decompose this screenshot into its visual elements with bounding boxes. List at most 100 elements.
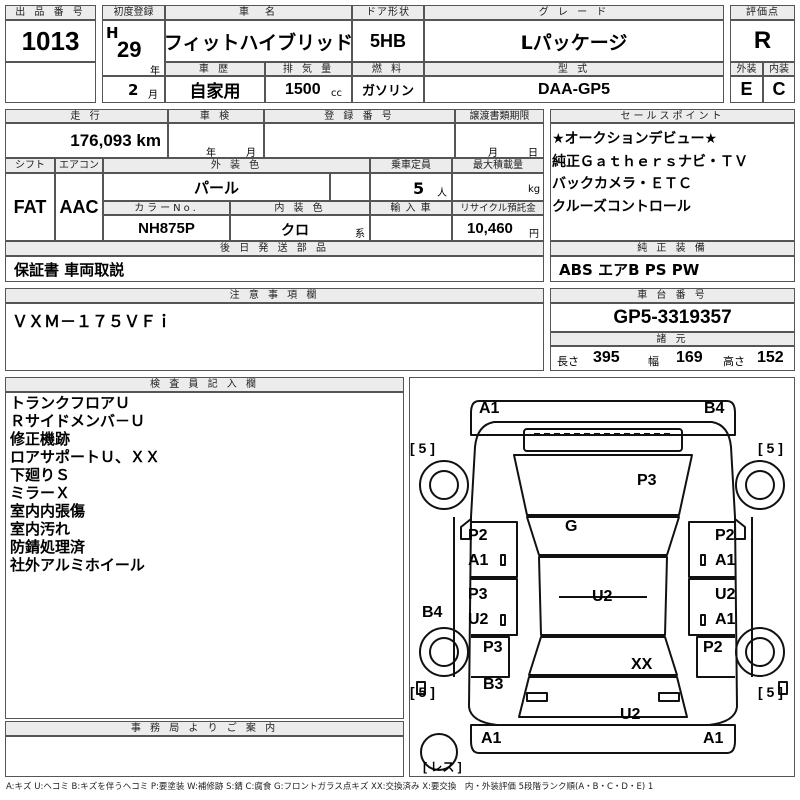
int-color: クロ	[281, 223, 309, 239]
legend-text: A:キズ U:ヘコミ B:キズを伴うヘコミ P:要塗装 W:補修跡 S:錆 C:…	[6, 782, 654, 792]
damage-label-b4-left-sill: B4	[422, 604, 443, 621]
car-name-label: 車 名	[165, 5, 352, 20]
reg-year: 29	[117, 37, 142, 62]
ext-color: パール	[103, 173, 330, 201]
sales-point-line: バックカメラ・ＥＴＣ	[552, 176, 692, 192]
shift: FAT	[5, 173, 55, 241]
transfer-month-unit: 月	[488, 148, 498, 158]
first-reg-label: 初度登録	[102, 5, 165, 20]
damage-label-p2-right-quarter: P2	[703, 639, 723, 656]
width: 169	[676, 349, 703, 366]
reg-no-label: 登 録 番 号	[264, 109, 455, 123]
tire-label-front-right: [ 5 ]	[758, 440, 783, 456]
score-label: 評価点	[730, 5, 795, 20]
inspector-note: ロアサポートＵ、ＸＸ	[10, 448, 161, 466]
damage-label-g-windshield: G	[565, 518, 578, 535]
recycle-cell: 10,460 円	[452, 215, 544, 241]
door-type: 5HB	[352, 20, 424, 62]
damage-label-p3-hood: P3	[637, 472, 657, 489]
mileage: 176,093 km	[5, 123, 168, 158]
month-unit: 月	[148, 90, 158, 101]
capacity-unit: 人	[437, 188, 447, 199]
damage-label-a1-rear-right: A1	[703, 730, 724, 747]
exterior-score: E	[730, 76, 763, 103]
height-label: 高さ	[723, 355, 745, 368]
transfer-day-unit: 日	[528, 148, 538, 158]
dims-cell: 長さ 395 幅 169 高さ 152	[550, 346, 795, 371]
damage-label-a1-rear-left: A1	[481, 730, 502, 747]
inspector-note: 下廻りＳ	[10, 466, 71, 484]
interior-score: C	[763, 76, 795, 103]
spare-tire-label: [ レス ]	[423, 760, 462, 774]
genuine-equipment: ABS エアB PS PW	[550, 256, 795, 282]
inspector-note: Ｒサイドメンバ－Ｕ	[10, 412, 146, 430]
dims-label: 諸 元	[550, 332, 795, 346]
exterior-label: 外装	[730, 62, 763, 76]
kg-unit: kg	[528, 184, 541, 195]
damage-label-b3-left-rear: B3	[483, 676, 504, 693]
aircon-label: エアコン	[55, 158, 103, 173]
tire-label-rear-left: [ 5 ]	[410, 684, 435, 700]
caution-text: ＶＸＭ－１７５ＶＦｉ	[12, 312, 173, 331]
capacity-cell: 5 人	[370, 173, 452, 201]
width-label: 幅	[648, 355, 659, 368]
shift-label: シフト	[5, 158, 55, 173]
damage-label-a1-right-rear-door: A1	[715, 611, 736, 628]
history: 自家用	[165, 76, 265, 103]
damage-label-p3-left-rear-door: P3	[468, 586, 488, 603]
color-no-label: カラーNo.	[103, 201, 230, 215]
car-name: フィットハイブリッド	[165, 20, 352, 62]
displacement-label: 排 気 量	[265, 62, 352, 76]
recycle-label: リサイクル預託金	[452, 201, 544, 215]
reg-month: 2	[128, 81, 139, 99]
int-color-label: 内 装 色	[230, 201, 370, 215]
length-label: 長さ	[557, 355, 579, 368]
inspector-note: ミラーＸ	[10, 484, 71, 502]
door-label: ドア形状	[352, 5, 424, 20]
first-reg-month-cell: 2 月	[102, 76, 165, 103]
chassis-no: GP5-3319357	[550, 303, 795, 332]
damage-label-p2-left-front-door: P2	[468, 527, 488, 544]
reg-no	[264, 123, 455, 158]
damage-label-u2-left-rear-door: U2	[468, 611, 489, 628]
car-diagram	[416, 400, 788, 771]
tire-label-rear-right: [ 5 ]	[758, 684, 783, 700]
insp-year-unit: 年	[206, 148, 216, 158]
fuel-label: 燃 料	[352, 62, 424, 76]
inspector-note: 修正機跡	[10, 430, 71, 448]
yen-unit: 円	[529, 229, 539, 240]
max-load-label: 最大積載量	[452, 158, 544, 173]
insp-month-unit: 月	[246, 148, 256, 158]
damage-label-u2-right-rear-door: U2	[715, 586, 736, 603]
inspection-label: 車 検	[168, 109, 264, 123]
damage-label-p2-right-front-door: P2	[715, 527, 735, 544]
color-no: NH875P	[103, 215, 230, 241]
length: 395	[593, 349, 620, 366]
cc-unit: cc	[331, 88, 342, 99]
mileage-label: 走 行	[5, 109, 168, 123]
inspection-cell: 年 月	[168, 123, 264, 158]
int-color-unit: 系	[355, 229, 365, 240]
sales-point-line: ★オークションデビュー★	[552, 131, 718, 147]
lot-no-blank	[5, 62, 96, 103]
damage-label-a1-front-left: A1	[479, 400, 500, 417]
aircon: AAC	[55, 173, 103, 241]
inspector-note: 室内汚れ	[10, 520, 71, 538]
damage-label-a1-right-front-door: A1	[715, 552, 736, 569]
damage-label-a1-left-front-door: A1	[468, 552, 489, 569]
damage-label-u2-roof: U2	[592, 588, 613, 605]
inspector-label: 検 査 員 記 入 欄	[5, 377, 404, 392]
history-label: 車 歴	[165, 62, 265, 76]
office-label: 事 務 局 よ り ご 案 内	[5, 721, 404, 736]
import-label: 輸 入 車	[370, 201, 452, 215]
inspector-notes: トランクフロアＵ Ｒサイドメンバ－Ｕ 修正機跡 ロアサポートＵ、ＸＸ 下廻りＳ …	[5, 392, 404, 719]
inspector-note: 社外アルミホイール	[10, 556, 145, 574]
year-unit: 年	[150, 66, 160, 76]
tire-label-front-left: [ 5 ]	[410, 440, 435, 456]
transfer-label: 譲渡書類期限	[455, 109, 544, 123]
damage-label-xx-rear: XX	[631, 656, 653, 673]
score: R	[730, 20, 795, 62]
first-reg-year-cell: H 29 年	[102, 20, 165, 76]
grade: Lパッケージ	[424, 20, 724, 62]
max-load-cell: kg	[452, 173, 544, 201]
